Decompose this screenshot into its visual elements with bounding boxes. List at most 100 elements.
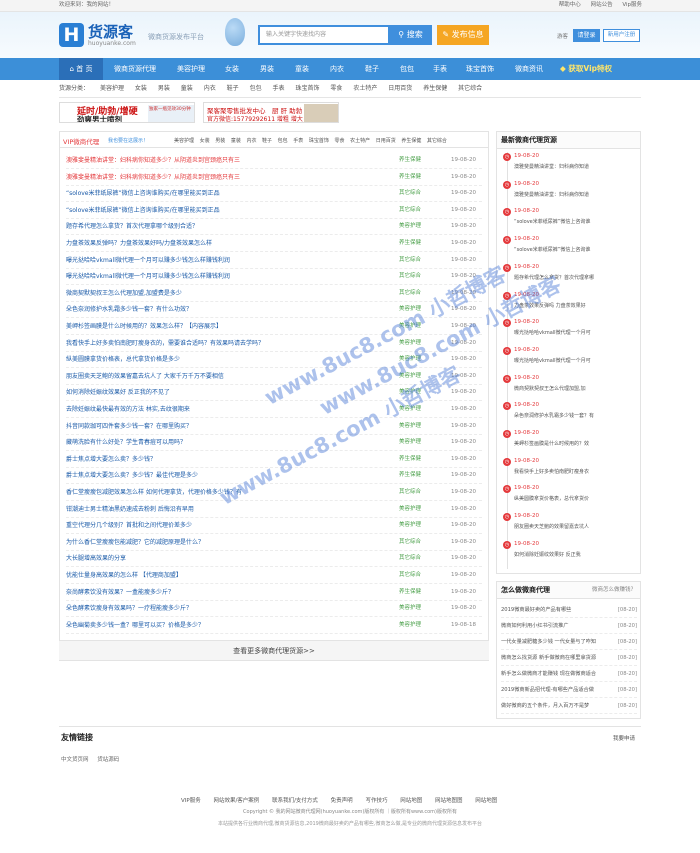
listing-title[interactable]: 钳潮迪士男士精油黑奶速成去粉刺 后悔沿有早用 <box>66 501 194 518</box>
listing-category[interactable]: 美容护理 <box>399 517 421 534</box>
list-item[interactable]: 一代女量减肥糖多少钱 一代女量与了咋知 [08-20] <box>501 635 637 650</box>
nav-kids[interactable]: 童装 <box>288 58 316 80</box>
listing-title[interactable]: 题存希代理怎么拿货？首次代理拿哪个级别合适？ <box>66 218 198 235</box>
listing-title[interactable]: 优能仕量身高效果的怎么样 【代理商加盟】 <box>66 567 182 584</box>
view-more-button[interactable]: 查看更多微商代理货源>> <box>59 640 489 660</box>
table-row[interactable]: 爵士焦点增大要怎么卖？多少钱？最佳代理是多少 养生保健 19-08-20 <box>66 467 482 485</box>
nav-watches[interactable]: 手表 <box>426 58 454 80</box>
listing-category[interactable]: 美容护理 <box>399 368 421 385</box>
site-notice-link[interactable]: 网站公告 <box>591 2 613 8</box>
category-item[interactable]: 珠宝首饰 <box>295 85 319 92</box>
listing-category[interactable]: 养生保健 <box>399 467 421 484</box>
list-item[interactable]: 微商怎么找货源 新手做微商在哪里拿货源 [08-20] <box>501 651 637 666</box>
table-row[interactable]: 藏萌洗脸有什么好处？学生青春痘可以用吗？ 美容护理 19-08-20 <box>66 434 482 452</box>
footer-link[interactable]: 网站效果/客户案例 <box>213 798 259 804</box>
listing-category[interactable]: 美容护理 <box>399 218 421 235</box>
timeline-text[interactable]: 曝光挞哈哈vkmall微代理一个月可 <box>514 357 591 364</box>
listing-category[interactable]: 其它综合 <box>399 202 421 219</box>
friend-link[interactable]: 中文货页网 <box>61 757 89 763</box>
table-row[interactable]: 朵色奈润修护水乳霜多少钱一套？有什么功效？ 美容护理 19-08-20 <box>66 301 482 319</box>
timeline-text[interactable]: “solove米菲纸尿裤”微信上咨询谁 <box>514 218 590 225</box>
list-item[interactable]: 2019微商新品招代理-有哪些产品适合做 [08-20] <box>501 683 637 698</box>
footer-link[interactable]: 免责声明 <box>331 798 353 804</box>
table-row[interactable]: “solove米菲纸尿裤”微信上咨询谁购买/在哪里能买到正品 其它综合 19-08-… <box>66 185 482 203</box>
table-row[interactable]: 钳潮迪士男士精油黑奶速成去粉刺 后悔沿有早用 美容护理 19-08-20 <box>66 501 482 518</box>
category-item[interactable]: 手表 <box>273 85 285 92</box>
vip-service-link[interactable]: Vip服务 <box>622 2 642 8</box>
category-item[interactable]: 女装 <box>135 85 147 92</box>
search-input[interactable]: 输入关键字快速找内容 <box>258 25 390 45</box>
listing-category[interactable]: 其它综合 <box>399 484 421 501</box>
nav-underwear[interactable]: 内衣 <box>323 58 351 80</box>
panel-cat[interactable]: 女装 <box>200 138 210 144</box>
nav-jewelry[interactable]: 珠宝首饰 <box>460 58 500 80</box>
panel-cat[interactable]: 其它综合 <box>427 138 447 144</box>
timeline-text[interactable]: 纵美圆膜拿货价格表，总代拿货价 <box>514 495 589 502</box>
category-item[interactable]: 日用百货 <box>388 85 412 92</box>
friend-link[interactable]: 货站源码 <box>97 757 119 763</box>
listing-title[interactable]: 藏萌洗脸有什么好处？学生青春痘可以用吗？ <box>66 434 186 451</box>
search-button[interactable]: ⚲ 搜索 <box>389 25 432 45</box>
listing-title[interactable]: 爵士焦点增大要怎么卖？多少钱？最佳代理是多少 <box>66 467 198 484</box>
listing-title[interactable]: 大长腿增高效果的分享 <box>66 550 126 567</box>
listing-category[interactable]: 美容护理 <box>399 501 421 518</box>
listing-category[interactable]: 养生保健 <box>399 584 421 601</box>
list-item[interactable]: 2019微商最好卖的产品有哪些 [08-20] <box>501 603 637 618</box>
listing-category[interactable]: 美容护理 <box>399 617 421 634</box>
table-row[interactable]: 澳雅斐曼精油讲堂：妇科病你知道多少？从阴道炎到宫颈癌只有三 养生保健 19-08-2… <box>66 152 482 169</box>
table-row[interactable]: 如何消除妊娠纹效果好 反正我的不见了 美容护理 19-08-20 <box>66 384 482 402</box>
nav-women[interactable]: 女装 <box>218 58 246 80</box>
list-item-text[interactable]: 一代女量减肥糖多少钱 一代女量与了咋知 <box>501 639 596 645</box>
table-row[interactable]: 优能仕量身高效果的怎么样 【代理商加盟】 其它综合 19-08-20 <box>66 567 482 584</box>
table-row[interactable]: 为什么香仁堂瘦瘦包能减肥？它的减肥原理是什么？ 其它综合 19-08-20 <box>66 534 482 551</box>
table-row[interactable]: 纵美圆膜拿货价格表，总代拿货价格是多少 美容护理 19-08-20 <box>66 351 482 369</box>
listing-title[interactable]: 奈尚酵素饮没有效果？一盒能瘦多少斤？ <box>66 584 174 601</box>
logo-icon[interactable]: H <box>59 23 84 47</box>
publish-button[interactable]: ✎ 发布信息 <box>437 25 489 45</box>
list-item[interactable]: 做好微商的五个条件，月入百万不是梦 [08-20] <box>501 699 637 714</box>
listing-category[interactable]: 其它综合 <box>399 268 421 285</box>
panel-cat[interactable]: 养生保健 <box>401 138 421 144</box>
nav-home[interactable]: ⌂ 首 页 <box>59 58 103 80</box>
listing-title[interactable]: “solove米菲纸尿裤”微信上咨询谁购买/在哪里能买到正品 <box>66 202 220 219</box>
panel-cat[interactable]: 零食 <box>334 138 344 144</box>
footer-link[interactable]: 网站地图 <box>400 798 422 804</box>
logo-title[interactable]: 货源客 <box>88 21 133 42</box>
nav-bags[interactable]: 包包 <box>393 58 421 80</box>
listing-title[interactable]: 朵色酵素饮瘦身有效果吗？一疗程能瘦多少斤？ <box>66 600 192 617</box>
table-row[interactable]: 题存希代理怎么拿货？首次代理拿哪个级别合适？ 美容护理 19-08-20 <box>66 218 482 236</box>
listing-title[interactable]: “solove米菲纸尿裤”微信上咨询谁购买/在哪里能买到正品 <box>66 185 220 202</box>
listing-category[interactable]: 美容护理 <box>399 335 421 352</box>
timeline-text[interactable]: 曝光挞哈哈vkmall微代理一个月可 <box>514 329 591 336</box>
list-item[interactable]: 微商如何利用小红书引流推广 [08-20] <box>501 619 637 634</box>
listing-title[interactable]: 去除妊娠纹最快最有效的方法 林实,去纹很期来 <box>66 401 190 418</box>
listing-title[interactable]: 我看快手上好多卖怕南肥盯瘦身衣的，需要谁合适吗？有效果吗请去学吗？ <box>66 335 264 352</box>
listing-category[interactable]: 美容护理 <box>399 600 421 617</box>
listing-category[interactable]: 其它综合 <box>399 534 421 551</box>
category-item[interactable]: 其它综合 <box>458 85 482 92</box>
timeline-text[interactable]: 美岬杉签画膜是什么时候用的？效 <box>514 440 589 447</box>
timeline-text[interactable]: 朋友圈卖天芝鲍的效果留嘉去坑人 <box>514 523 589 530</box>
listing-category[interactable]: 美容护理 <box>399 401 421 418</box>
listing-title[interactable]: 香仁堂瘦瘦包减肥效果怎么样 如何代理拿货，代理价格多少钱？有 <box>66 484 242 501</box>
show-here-link[interactable]: 我也要在这展示！ <box>108 137 148 144</box>
footer-link[interactable]: 网站地图图 <box>435 798 463 804</box>
table-row[interactable]: 微商契默契叔王怎么代理加盟,加盟费是多少 其它综合 19-08-20 <box>66 285 482 302</box>
listing-title[interactable]: 纵美圆膜拿货价格表，总代拿货价格是多少 <box>66 351 180 368</box>
category-item[interactable]: 男装 <box>158 85 170 92</box>
listing-category[interactable]: 其它综合 <box>399 550 421 567</box>
footer-link[interactable]: 写作技巧 <box>365 798 387 804</box>
ad-banner-2[interactable]: 聚客聚零售批发中心 厨 肝 助勃 官方微信:15779292611 增粗 增大 <box>203 102 339 123</box>
list-item-text[interactable]: 微商怎么找货源 新手做微商在哪里拿货源 <box>501 655 596 661</box>
listing-title[interactable]: 曝光挞哈哈vkmall微代理一个月可以赚多少钱怎么样赚钱利润 <box>66 252 230 269</box>
panel-cat[interactable]: 童装 <box>231 138 241 144</box>
table-row[interactable]: 奈尚酵素饮没有效果？一盒能瘦多少斤？ 养生保健 19-08-20 <box>66 584 482 601</box>
category-item[interactable]: 农土特产 <box>353 85 377 92</box>
howto-more-link[interactable]: 微商怎么做赚钱？ <box>592 582 636 599</box>
table-row[interactable]: “solove米菲纸尿裤”微信上咨询谁购买/在哪里能买到正品 其它综合 19-08-… <box>66 202 482 219</box>
timeline-text[interactable]: 力盘茶效果反弹吗 力盘茶效果好 <box>514 302 586 309</box>
listing-title[interactable]: 力盘茶效果反弹吗？力盘茶效果好吗/力盘茶效果怎么样 <box>66 235 212 252</box>
listing-category[interactable]: 美容护理 <box>399 301 421 318</box>
listing-category[interactable]: 养生保健 <box>399 169 421 186</box>
listing-title[interactable]: 微商契默契叔王怎么代理加盟,加盟费是多少 <box>66 285 182 302</box>
